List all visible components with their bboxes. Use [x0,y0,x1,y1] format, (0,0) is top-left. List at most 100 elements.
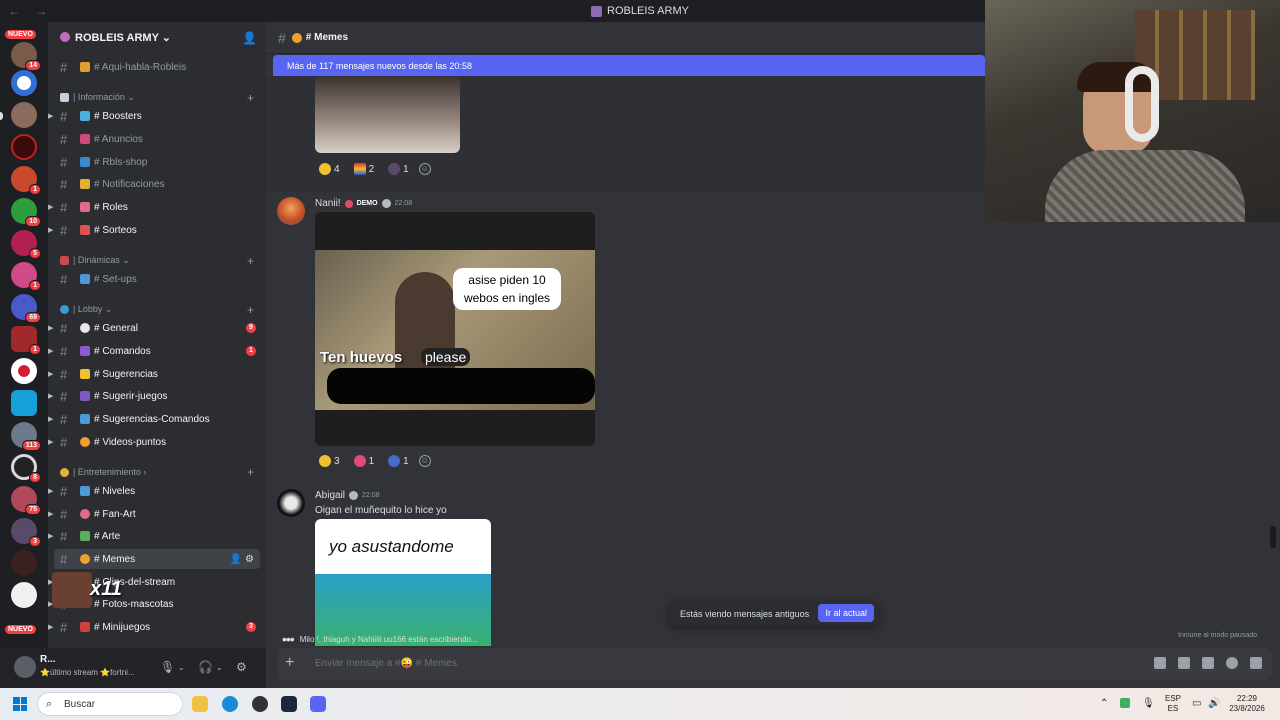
chevron-down-icon[interactable]: ⌄ [178,663,185,672]
language-indicator[interactable]: ESP ES [1160,694,1186,714]
tongue-emoji-icon [291,32,302,43]
obs-icon[interactable] [252,696,268,712]
volume-icon[interactable]: 🔊 [1208,698,1220,709]
channel-rbls-shop[interactable]: # # Rbls-shop [48,152,266,172]
channel-memes[interactable]: # # Memes 👤 ⚙ [54,549,260,569]
server-icon[interactable]: 69 [11,294,41,323]
channel-minijuegos[interactable]: ▶ # # Minijuegos 3 [48,617,266,637]
meme-video[interactable]: asise piden 10 webos en ingles Ten huevo… [315,212,595,446]
channel-fan-art[interactable]: ▶ # # Fan-Art [48,504,266,524]
server-icon[interactable]: 113 [11,422,41,451]
channel-sugerencias-comandos[interactable]: ▶ # # Sugerencias-Comandos [48,409,266,429]
channel-comandos[interactable]: ▶ # # Comandos 1 [48,341,266,361]
app-tray-icon[interactable] [1120,698,1130,708]
channel-videos-puntos[interactable]: ▶ # # Videos-puntos [48,432,266,452]
category-lobby[interactable]: | Lobby ⌄ + [60,303,258,317]
reaction[interactable]: 1 [384,453,413,469]
slowmode-notice: Inmune al modo pausado [1178,632,1257,639]
category-entretenimiento[interactable]: | Entretenimiento › + [60,465,258,479]
attach-plus-icon[interactable]: + [285,654,294,672]
server-icon[interactable]: 1 [11,326,41,355]
microphone-tray-icon[interactable]: 🎙 [1142,698,1155,709]
server-icon[interactable]: 14 [11,42,41,71]
add-reaction-icon[interactable]: ☺ [418,455,431,467]
author-name[interactable]: Nanii! [315,198,341,209]
network-icon[interactable]: ▭ [1192,698,1201,709]
jump-to-present-button[interactable]: Ir al actual [818,604,874,622]
server-icon[interactable] [11,390,37,416]
new-messages-bar[interactable]: Más de 117 mensajes nuevos desde las 20:… [273,55,985,76]
server-header[interactable]: ROBLEIS ARMY ⌄ 👤 [48,22,266,52]
add-channel-icon[interactable]: + [247,254,254,268]
avatar[interactable] [14,656,36,678]
server-icon[interactable]: 75 [11,486,41,515]
channel-settings-icon[interactable]: 👤 ⚙ [230,554,254,565]
channel-boosters[interactable]: ▶ # # Boosters [48,106,266,126]
edge-icon[interactable] [222,696,238,712]
apps-icon[interactable] [1250,657,1262,669]
file-explorer-icon[interactable] [192,696,208,712]
server-icon[interactable]: 1 [11,166,41,195]
channel-anuncios[interactable]: # # Anuncios [48,129,266,149]
gift-icon[interactable] [1154,657,1166,669]
channel-roles[interactable]: ▶ # # Roles [48,197,266,217]
sticker-icon[interactable] [1202,657,1214,669]
channel-sorteos[interactable]: ▶ # # Sorteos [48,220,266,240]
channel-set-ups[interactable]: # # Set-ups [48,269,266,289]
reaction[interactable]: 4 [315,161,344,177]
server-icon[interactable] [11,70,37,96]
steam-icon[interactable] [281,696,297,712]
clock[interactable]: 22:29 23/8/2026 [1224,694,1270,714]
server-icon[interactable] [11,358,37,384]
server-icon[interactable] [11,582,37,608]
server-icon[interactable]: 8 [11,454,41,483]
add-channel-icon[interactable]: + [247,303,254,317]
category-dinamicas[interactable]: | Dinámicas ⌄ + [60,254,258,268]
channel-aqui-habla[interactable]: # # Aqui-habla-Robleis [48,57,266,77]
caret-icon: ▶ [48,113,54,120]
gear-icon[interactable]: ⚙ [236,660,247,674]
message-composer[interactable]: + Enviar mensaje a #😜 # Memes [278,648,1272,680]
channel-sugerir-juegos[interactable]: ▶ # # Sugerir-juegos [48,386,266,406]
taskbar-search[interactable]: ⌕ Buscar [37,692,183,716]
reaction[interactable]: 3 [315,453,344,469]
reaction[interactable]: 1 [384,161,413,177]
author-name[interactable]: Abigail [315,490,345,501]
channel-niveles[interactable]: ▶ # # Niveles [48,481,266,501]
server-icon[interactable] [11,102,37,128]
headphones-icon[interactable]: 🎧 [198,660,213,674]
channel-arte[interactable]: ▶ # # Arte [48,526,266,546]
reaction[interactable]: 2 [350,161,379,177]
avatar[interactable] [277,197,305,225]
avatar[interactable] [277,489,305,517]
chevron-down-icon[interactable]: ⌄ [216,663,223,672]
reaction[interactable]: 1 [350,453,379,469]
category-informacion[interactable]: | Información ⌄ + [60,91,258,105]
windows-start-icon[interactable] [13,697,27,711]
mention-badge: 3 [246,622,256,632]
palette-icon [80,202,90,212]
add-reaction-icon[interactable]: ☺ [418,163,431,175]
server-icon[interactable] [11,134,37,160]
server-icon[interactable]: 3 [11,518,41,547]
chevron-up-icon[interactable]: ⌃ [1100,698,1108,709]
nav-arrows[interactable]: ← → [8,4,53,18]
invite-icon[interactable]: 👤 [242,31,257,45]
server-icon[interactable] [11,550,37,576]
add-channel-icon[interactable]: + [247,465,254,479]
channel-general[interactable]: ▶ # # General 9 [48,318,266,338]
scrollbar[interactable] [1270,526,1276,548]
server-icon[interactable]: 10 [11,198,41,227]
add-channel-icon[interactable]: + [247,91,254,105]
gif-icon[interactable] [1178,657,1190,669]
channel-sugerencias[interactable]: ▶ # # Sugerencias [48,364,266,384]
emoji-icon[interactable] [1226,657,1238,669]
discord-icon[interactable] [310,696,326,712]
mention-badge: 1 [246,346,256,356]
server-icon[interactable]: 1 [11,262,41,291]
channel-notificaciones[interactable]: # # Notificaciones [48,174,266,194]
image-attachment[interactable] [315,76,460,153]
image-attachment[interactable]: yo asustandome [315,519,491,646]
microphone-icon[interactable]: 🎙 [160,660,175,674]
server-icon[interactable]: 5 [11,230,41,259]
